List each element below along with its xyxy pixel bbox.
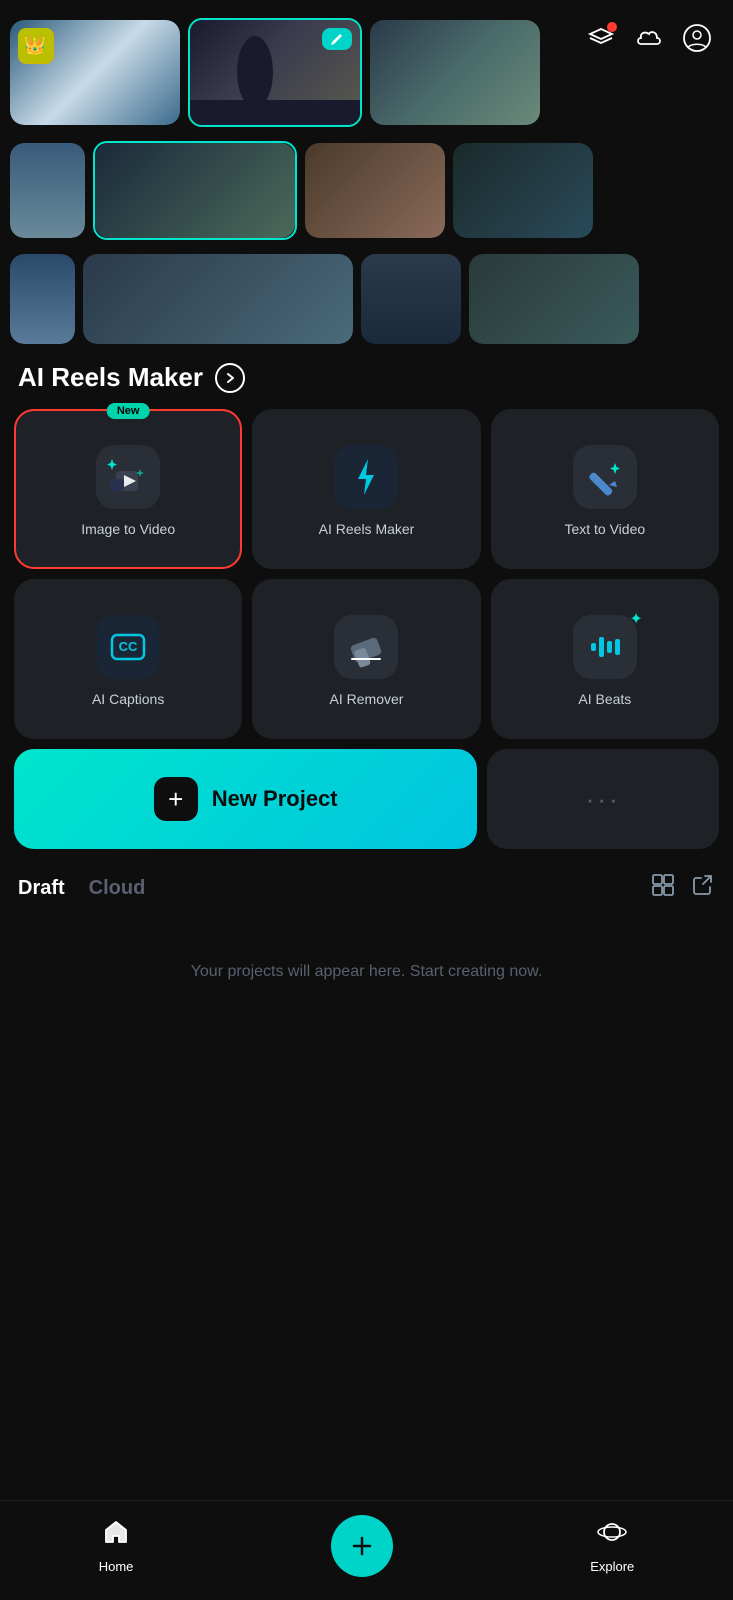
tools-grid: New Image to Video AI Reels Maker: [0, 409, 733, 749]
new-badge: New: [107, 403, 150, 419]
grid-view-icon[interactable]: [651, 873, 675, 903]
nav-create-button[interactable]: [331, 1515, 393, 1577]
tool-text-to-video[interactable]: Text to Video: [491, 409, 719, 569]
draft-cloud-row: Draft Cloud: [0, 863, 733, 913]
thumbnail-3[interactable]: [370, 20, 540, 125]
edit-icon[interactable]: [585, 22, 617, 54]
cloud-icon[interactable]: [633, 22, 665, 54]
profile-icon[interactable]: [681, 22, 713, 54]
ai-captions-label: AI Captions: [92, 691, 164, 707]
export-icon[interactable]: [691, 873, 715, 903]
ai-captions-icon-wrap: CC: [96, 615, 160, 679]
thumbnail-9[interactable]: [83, 254, 353, 344]
thumbnail-5[interactable]: [93, 141, 297, 240]
thumbnail-row-2: [0, 137, 733, 250]
nav-explore[interactable]: Explore: [590, 1518, 634, 1574]
home-icon: [102, 1518, 130, 1553]
top-icons-row: [585, 22, 713, 54]
tabs-left: Draft Cloud: [18, 877, 145, 900]
tabs-right: [651, 873, 715, 903]
more-options-button[interactable]: ···: [487, 749, 719, 849]
section-header: AI Reels Maker: [0, 354, 733, 409]
tool-ai-reels-maker[interactable]: AI Reels Maker: [252, 409, 480, 569]
tab-draft[interactable]: Draft: [18, 877, 65, 900]
bottom-actions: + New Project ···: [0, 749, 733, 863]
thumbnail-1[interactable]: 👑: [10, 20, 180, 125]
home-label: Home: [99, 1559, 134, 1574]
svg-text:CC: CC: [119, 639, 138, 654]
crown-badge: 👑: [18, 28, 52, 62]
thumbnail-2[interactable]: [188, 18, 362, 127]
thumbnail-4[interactable]: [10, 143, 85, 238]
ai-beats-label: AI Beats: [578, 691, 631, 707]
tool-ai-remover[interactable]: AI Remover: [252, 579, 480, 739]
tool-ai-captions[interactable]: CC AI Captions: [14, 579, 242, 739]
tool-image-to-video[interactable]: New Image to Video: [14, 409, 242, 569]
ai-beats-icon-wrap: ✦: [573, 615, 637, 679]
text-to-video-icon-wrap: [573, 445, 637, 509]
thumbnail-row-3: [0, 250, 733, 354]
image-to-video-icon-wrap: [96, 445, 160, 509]
nav-home[interactable]: Home: [99, 1518, 134, 1574]
empty-state-message: Your projects will appear here. Start cr…: [191, 963, 543, 980]
bottom-nav: Home Explore: [0, 1500, 733, 1600]
thumbnails-section: 👑: [0, 0, 733, 354]
thumbnail-10[interactable]: [361, 254, 461, 344]
image-to-video-label: Image to Video: [81, 521, 175, 537]
thumbnail-6[interactable]: [305, 143, 445, 238]
tool-ai-beats[interactable]: ✦ AI Beats: [491, 579, 719, 739]
beats-sparkle-icon: ✦: [629, 609, 642, 629]
notification-dot: [607, 22, 617, 32]
empty-state: Your projects will appear here. Start cr…: [0, 913, 733, 1031]
thumbnail-8[interactable]: [10, 254, 75, 344]
ai-remover-icon-wrap: [334, 615, 398, 679]
tab-cloud[interactable]: Cloud: [89, 877, 146, 900]
text-to-video-label: Text to Video: [564, 521, 645, 537]
new-project-plus-icon: +: [154, 777, 198, 821]
thumbnail-11[interactable]: [469, 254, 639, 344]
new-project-button[interactable]: + New Project: [14, 749, 477, 849]
section-arrow[interactable]: [215, 363, 245, 393]
ai-remover-label: AI Remover: [330, 691, 404, 707]
thumbnail-7[interactable]: [453, 143, 593, 238]
ai-reels-icon-wrap: [334, 445, 398, 509]
thumbnail-row-1: 👑: [0, 0, 733, 137]
edit-badge: [322, 28, 352, 50]
section-title: AI Reels Maker: [18, 362, 203, 393]
explore-label: Explore: [590, 1559, 634, 1574]
new-project-label: New Project: [212, 786, 338, 812]
explore-icon: [597, 1518, 627, 1553]
more-dots: ···: [586, 784, 621, 815]
ai-reels-maker-label: AI Reels Maker: [319, 521, 415, 537]
